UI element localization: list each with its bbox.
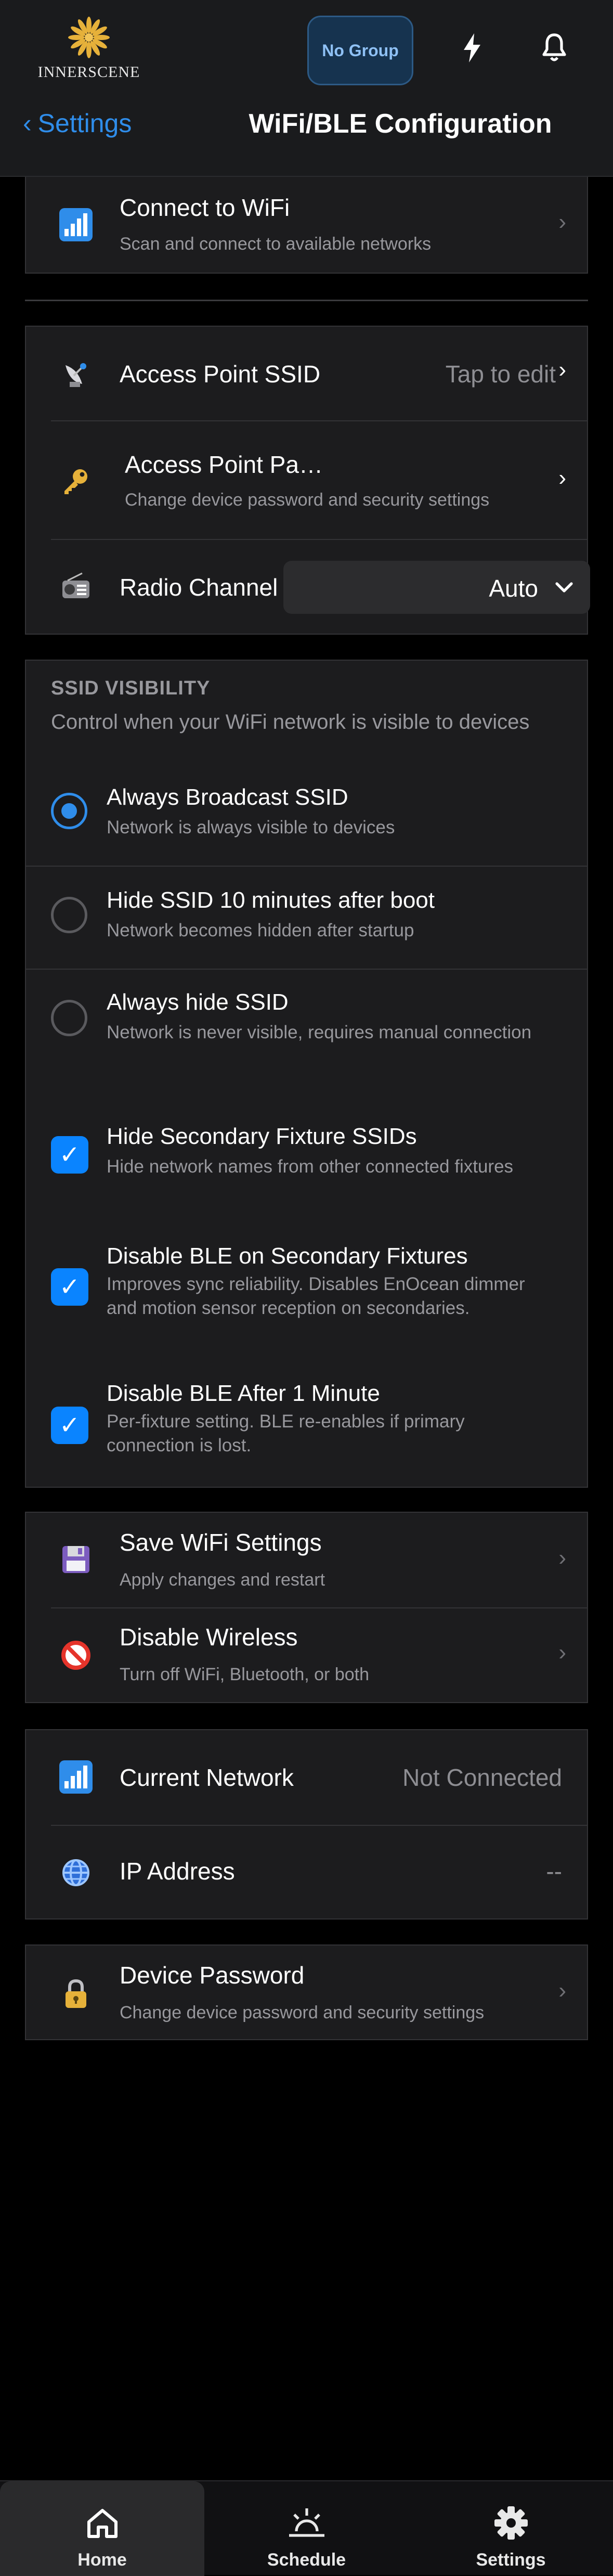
device-password-title: Device Password [120,1962,305,1989]
globe-icon [57,1854,95,1891]
brand-name: INNERSCENE [37,63,140,81]
option-subtitle: Network is never visible, requires manua… [107,1022,532,1042]
chevron-left-icon: ‹ [23,109,32,138]
tab-label: Schedule [267,2550,346,2570]
access-point-ssid-row[interactable]: Access Point SSID Tap to edit › [26,327,587,420]
option-subtitle: Network is always visible to devices [107,817,395,838]
lock-icon [57,1975,95,2012]
signal-bars-icon [57,206,95,243]
access-point-password-row[interactable]: Access Point Pa… Change device password … [26,421,587,539]
device-password-row[interactable]: Device Password Change device password a… [25,1944,588,2040]
ip-address-row: IP Address -- [26,1826,587,1921]
access-point-password-label: Access Point Pa… [125,451,323,478]
current-network-value: Not Connected [402,1764,562,1791]
checkbox-checked[interactable]: ✓ [51,1268,88,1306]
brand-logo[interactable]: INNERSCENE [29,12,149,81]
ssid-visibility-card: SSID VISIBILITY Control when your WiFi n… [25,660,588,1488]
bell-icon[interactable] [533,27,575,69]
home-icon [0,2504,204,2546]
key-icon [57,463,95,500]
current-network-row: Current Network Not Connected [26,1730,587,1825]
tab-settings[interactable]: Settings [409,2481,613,2576]
connect-wifi-subtitle: Scan and connect to available networks [120,234,432,254]
ip-address-value: -- [546,1858,562,1885]
group-selector-button[interactable]: No Group [307,16,413,85]
option-title: Always Broadcast SSID [107,784,348,810]
radio-channel-row: Radio Channel Auto [26,540,590,636]
radio-button[interactable] [51,1000,87,1036]
radio-icon [57,568,95,606]
current-network-label: Current Network [120,1764,294,1791]
connect-wifi-row[interactable]: Connect to WiFi Scan and connect to avai… [25,177,588,274]
checkbox-checked[interactable]: ✓ [51,1136,88,1174]
option-title: Hide SSID 10 minutes after boot [107,887,435,913]
radio-button[interactable] [51,897,87,933]
floppy-disk-icon [57,1541,95,1578]
option-title: Disable BLE After 1 Minute [107,1381,380,1406]
chevron-right-icon: › [558,1545,566,1570]
save-wifi-settings-row[interactable]: Save WiFi Settings Apply changes and res… [26,1513,587,1607]
connect-wifi-title: Connect to WiFi [120,194,290,221]
tab-label: Settings [476,2550,546,2570]
prohibited-icon [57,1637,95,1674]
save-wifi-title: Save WiFi Settings [120,1529,322,1556]
radio-channel-select[interactable]: Auto [283,561,590,614]
tab-label: Home [77,2550,127,2570]
access-point-card: Access Point SSID Tap to edit › Access P… [25,326,590,636]
option-title: Hide Secondary Fixture SSIDs [107,1124,417,1149]
option-subtitle: Network becomes hidden after startup [107,920,414,941]
option-subtitle-line2: connection is lost. [107,1435,252,1456]
disable-wireless-title: Disable Wireless [120,1624,298,1651]
network-status-card: Current Network Not Connected IP Address… [25,1729,588,1920]
ssid-option-hide-after-boot[interactable]: Hide SSID 10 minutes after boot Network … [26,867,587,969]
radio-button[interactable] [51,793,87,829]
radio-channel-label: Radio Channel [120,574,278,601]
back-label: Settings [37,109,132,138]
chevron-right-icon: › [558,209,566,235]
checkbox-checked[interactable]: ✓ [51,1407,88,1444]
sun-logo-icon [68,17,110,58]
device-password-subtitle: Change device password and security sett… [120,2003,485,2023]
option-subtitle-line1: Improves sync reliability. Disables EnOc… [107,1274,525,1294]
tab-schedule[interactable]: Schedule [204,2481,409,2576]
signal-bars-icon [57,1758,95,1796]
ip-address-label: IP Address [120,1858,235,1885]
checkbox-hide-secondary-ssids[interactable]: ✓ Hide Secondary Fixture SSIDs Hide netw… [26,1124,587,1222]
chevron-right-icon: › [558,1640,566,1665]
chevron-right-icon: › [558,465,566,491]
top-bar: INNERSCENE No Group ‹ Settings WiFi/BLE … [0,0,613,177]
page-title: WiFi/BLE Configuration [249,109,552,139]
satellite-dish-icon [57,355,95,392]
option-subtitle-line1: Per-fixture setting. BLE re-enables if p… [107,1411,465,1432]
bolt-icon[interactable] [451,27,493,69]
gear-icon [409,2504,613,2546]
sunrise-icon [204,2504,409,2546]
ssid-option-always-hide[interactable]: Always hide SSID Network is never visibl… [26,970,587,1072]
option-title: Disable BLE on Secondary Fixtures [107,1243,468,1269]
checkbox-disable-ble-secondary[interactable]: ✓ Disable BLE on Secondary Fixtures Impr… [26,1243,587,1347]
ssid-option-always-broadcast[interactable]: Always Broadcast SSID Network is always … [26,763,587,866]
option-subtitle: Hide network names from other connected … [107,1156,514,1177]
access-point-ssid-value: Tap to edit [445,360,556,388]
disable-wireless-row[interactable]: Disable Wireless Turn off WiFi, Bluetoot… [26,1608,587,1704]
ssid-visibility-description: Control when your WiFi network is visibl… [51,711,530,733]
chevron-right-icon: › [558,1978,566,2003]
disable-wireless-subtitle: Turn off WiFi, Bluetooth, or both [120,1665,370,1684]
access-point-ssid-label: Access Point SSID [120,360,321,388]
checkbox-disable-ble-after-minute[interactable]: ✓ Disable BLE After 1 Minute Per-fixture… [26,1381,587,1485]
access-point-password-subtitle: Change device password and security sett… [125,490,490,510]
option-subtitle-line2: and motion sensor reception on secondari… [107,1298,470,1318]
ssid-visibility-header: SSID VISIBILITY [51,677,211,699]
bottom-tab-bar: Home Schedule Settings [0,2480,613,2576]
wifi-actions-card: Save WiFi Settings Apply changes and res… [25,1512,588,1703]
radio-channel-value: Auto [489,575,538,602]
chevron-down-icon [555,582,573,593]
back-button[interactable]: ‹ Settings [23,108,132,138]
save-wifi-subtitle: Apply changes and restart [120,1570,325,1590]
option-title: Always hide SSID [107,989,289,1015]
tab-home[interactable]: Home [0,2481,204,2576]
chevron-right-icon: › [558,357,566,382]
section-divider [25,300,588,301]
